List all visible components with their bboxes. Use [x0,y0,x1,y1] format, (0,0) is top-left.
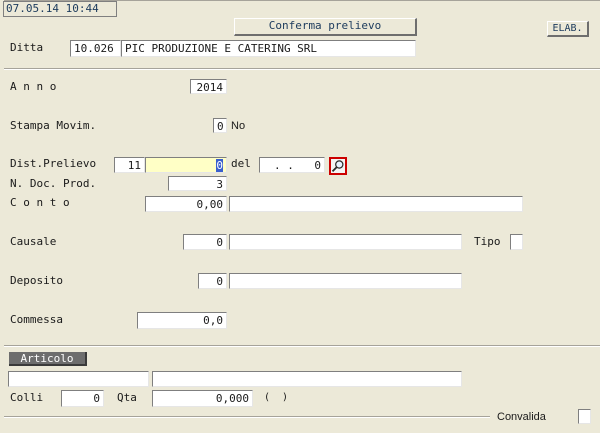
articolo-code-field[interactable] [8,371,149,387]
articolo-description-field [152,371,462,387]
articolo-section-tab: Articolo [9,352,87,366]
convalida-checkbox[interactable] [578,409,591,424]
stampa-movim-label: Stampa Movim. [10,119,97,132]
dist-number-field[interactable]: 0 [145,157,227,173]
deposito-field[interactable]: 0 [198,273,227,289]
unit-text: ( ) [264,392,289,403]
conto-label: C o n t o [10,196,70,209]
ditta-label: Ditta [10,41,44,54]
deposito-label: Deposito [10,274,63,287]
qta-field[interactable]: 0,000 [152,390,253,407]
conto-description-field [229,196,523,212]
ditta-code-field[interactable]: 10.026 [70,40,121,57]
deposito-description-field [229,273,462,289]
stampa-movim-field[interactable]: 0 [213,118,227,133]
colli-label: Colli [10,391,44,404]
separator [4,68,600,70]
elab-button[interactable]: ELAB. [547,21,589,37]
anno-field[interactable]: 2014 [190,79,227,94]
confirm-prelievo-button[interactable]: Conferma prelievo [234,18,417,36]
qta-label: Qta [117,391,137,404]
stampa-movim-text: No [231,120,246,132]
causale-field[interactable]: 0 [183,234,227,250]
articolo-separator [4,345,600,347]
search-button[interactable] [329,157,347,175]
colli-field[interactable]: 0 [61,390,104,407]
dist-prefix-field[interactable]: 11 [114,157,145,173]
dist-prelievo-label: Dist.Prelievo [10,157,97,170]
tipo-label: Tipo [474,235,501,248]
conto-field[interactable]: 0,00 [145,196,227,212]
causale-description-field [229,234,462,250]
del-date-value: 0 [314,159,321,172]
convalida-label: Convalida [497,411,546,423]
causale-label: Causale [10,235,57,248]
timestamp: 07.05.14 10:44 [3,1,117,17]
tipo-field[interactable] [510,234,523,250]
commessa-field[interactable]: 0,0 [137,312,227,329]
del-label: del [231,157,251,170]
anno-label: A n n o [10,80,57,93]
ndoc-prod-label: N. Doc. Prod. [10,177,97,190]
magnifier-icon [331,160,344,173]
ndoc-prod-field[interactable]: 3 [168,176,227,191]
commessa-label: Commessa [10,313,63,326]
del-date-field[interactable]: . . 0 [259,157,325,173]
bottom-separator [4,416,490,418]
dist-number-value: 0 [216,159,223,172]
del-date-mask: . . [274,159,294,172]
ditta-name-field: PIC PRODUZIONE E CATERING SRL [121,40,416,57]
